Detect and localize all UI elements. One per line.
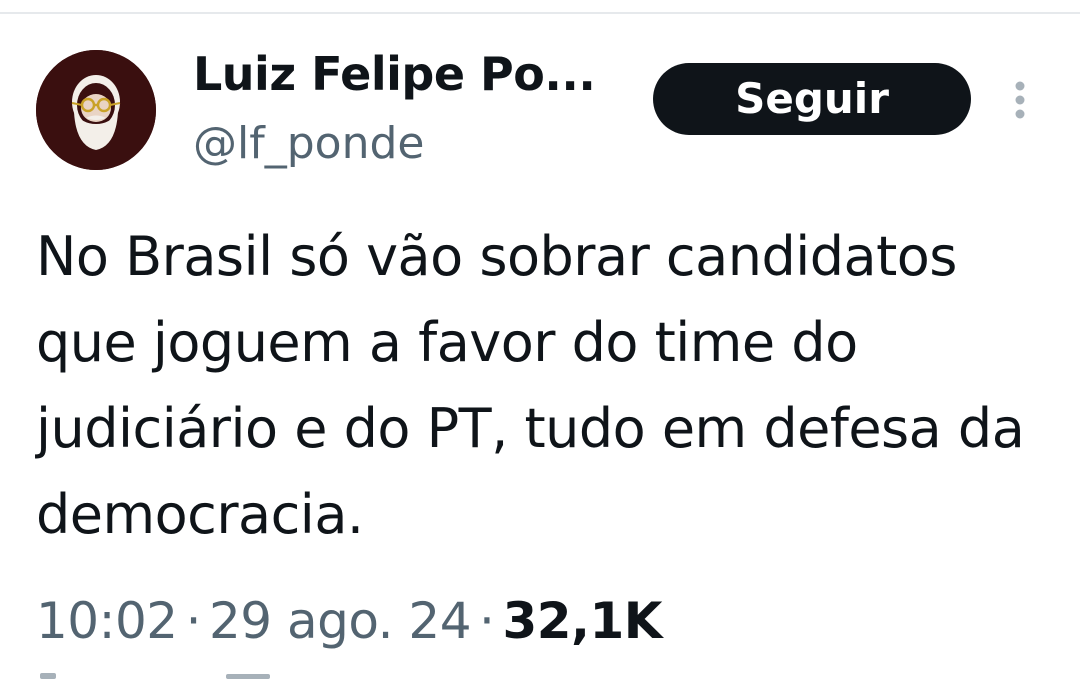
tweet-time[interactable]: 10:02: [36, 592, 178, 650]
avatar[interactable]: [36, 50, 156, 170]
bearded-man-avatar-icon: [36, 50, 156, 170]
view-count[interactable]: 32,1K: [502, 592, 662, 650]
meta-separator: ·: [479, 592, 495, 650]
tweet-metadata: 10:02 · 29 ago. 24 · 32,1K: [36, 588, 663, 654]
tweet-text: No Brasil só vão sobrar candidatos que j…: [36, 225, 1025, 546]
tweet-date[interactable]: 29 ago. 24: [209, 592, 472, 650]
cropped-next-line: [36, 664, 396, 679]
more-options-icon[interactable]: [1006, 80, 1034, 120]
author-handle[interactable]: @lf_ponde: [193, 115, 424, 173]
author-display-name[interactable]: Luiz Felipe Po...: [193, 44, 596, 104]
meta-separator: ·: [185, 592, 202, 650]
follow-button[interactable]: Seguir: [653, 63, 971, 135]
top-divider: [0, 12, 1080, 14]
